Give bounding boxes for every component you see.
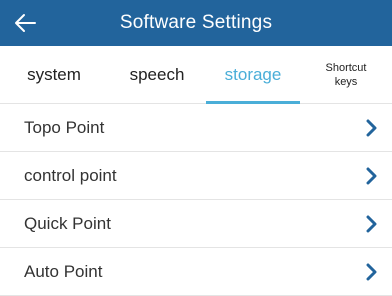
list-item-label: Quick Point xyxy=(24,213,111,233)
list-item-label: control point xyxy=(24,165,117,185)
list-item-label: Auto Point xyxy=(24,261,103,281)
tab-storage[interactable]: storage xyxy=(206,46,300,104)
chevron-right-icon xyxy=(364,262,378,282)
list-item-label: Topo Point xyxy=(24,117,105,137)
list-item-quick-point[interactable]: Quick Point xyxy=(0,200,392,248)
chevron-right-icon xyxy=(364,166,378,186)
settings-tabs: system speech storage Shortcut keys xyxy=(0,46,392,104)
page-title: Software Settings xyxy=(119,12,273,33)
tab-shortcut-keys[interactable]: Shortcut keys xyxy=(300,46,392,104)
list-item-control-point[interactable]: control point xyxy=(0,152,392,200)
tab-system[interactable]: system xyxy=(0,46,108,104)
tab-shortcut-keys-line2: keys xyxy=(334,76,358,88)
tab-shortcut-keys-line1: Shortcut xyxy=(325,62,367,74)
chevron-right-icon xyxy=(364,118,378,138)
list-item-auto-point[interactable]: Auto Point xyxy=(0,248,392,296)
list-item-topo-point[interactable]: Topo Point xyxy=(0,104,392,152)
tab-speech[interactable]: speech xyxy=(108,46,206,104)
arrow-left-icon xyxy=(15,14,36,32)
app-header: Software Settings xyxy=(0,0,392,46)
storage-settings-list: Topo Point control point Quick Point Aut… xyxy=(0,104,392,296)
back-button[interactable] xyxy=(8,6,42,40)
chevron-right-icon xyxy=(364,214,378,234)
